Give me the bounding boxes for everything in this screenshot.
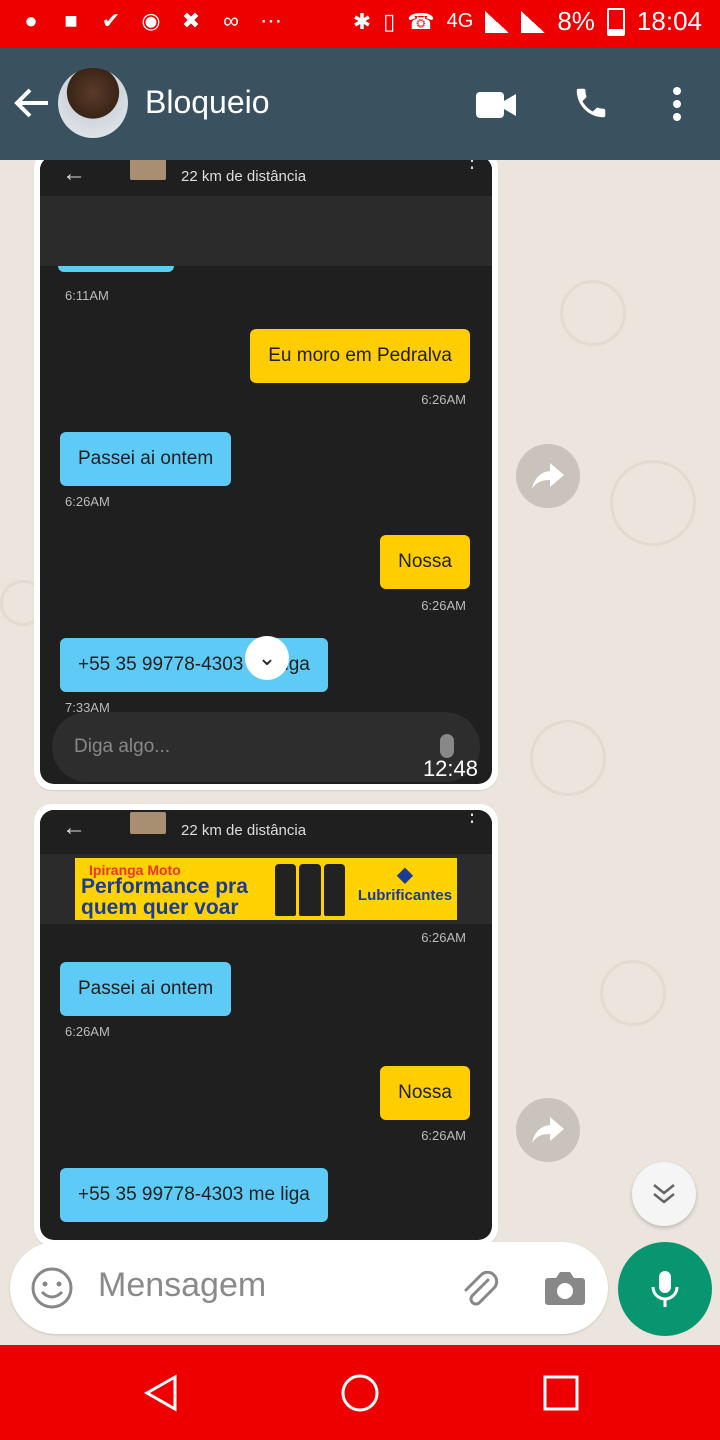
screenshot-divider — [40, 196, 492, 266]
chat-header: Bloqueio — [0, 48, 720, 160]
mic-icon — [440, 734, 454, 758]
forward-button[interactable] — [516, 444, 580, 508]
message-input[interactable]: Mensagem — [98, 1266, 266, 1305]
message-time: 6:26AM — [421, 598, 466, 613]
message-bubble-left: +55 35 99778-4303 me liga — [60, 1168, 328, 1222]
oil-bottles-image — [275, 864, 345, 916]
screenshot-timestamp: 12:48 — [422, 756, 478, 781]
clock: 18:04 — [636, 6, 702, 36]
status-bar: ● ■ ✔ ◉ ✖ ∞ ⋯ ✱ ▯ ☎ 4G 8% 18:04 — [0, 0, 720, 48]
distance-label: 22 km de distância — [181, 168, 307, 185]
ad-headline: Performance pra quem quer voar — [81, 876, 248, 918]
ad-logo-text: Lubrificantes — [357, 887, 453, 904]
wallpaper-doodle — [610, 460, 696, 546]
screenshot-image: ← 22 km de distância ⋮ Ipiranga Moto Per… — [40, 810, 492, 1240]
trash-icon: ■ — [64, 8, 78, 33]
message-time: 6:26AM — [421, 392, 466, 407]
scroll-to-bottom-button[interactable] — [632, 1162, 696, 1226]
more-vert-icon: ⋮ — [462, 810, 482, 826]
message-bubble-left: Passei ai ontem — [60, 432, 232, 486]
emoji-icon[interactable] — [30, 1266, 74, 1310]
message-bubble-left: Passei ai ontem — [60, 962, 232, 1016]
network-type: 4G — [446, 10, 474, 32]
back-arrow-icon: ← — [62, 160, 86, 187]
image-message[interactable]: ← 22 km de distância ⋮ Ipiranga Moto Per… — [34, 804, 498, 1246]
overflow-menu-icon[interactable] — [672, 86, 682, 122]
notification-icons: ● ■ ✔ ◉ ✖ ∞ ⋯ — [18, 8, 284, 34]
message-bubble-right: Nossa — [380, 535, 470, 589]
profile-thumbnail — [130, 160, 166, 180]
battery-percent: 8% — [557, 6, 595, 36]
ad-banner: Ipiranga Moto Performance pra quem quer … — [75, 858, 457, 920]
system-nav-bar — [0, 1345, 720, 1440]
caixa-tem-icon: ◉ — [141, 8, 161, 33]
x-icon: ✖ — [181, 8, 201, 33]
message-time: 6:11AM — [65, 288, 109, 303]
chat-bubble-icon: ● — [24, 8, 38, 33]
voicemail-icon: ∞ — [223, 8, 239, 33]
lubricant-icon: ◆ — [397, 864, 413, 886]
voice-record-button[interactable] — [618, 1242, 712, 1336]
message-composer[interactable]: Mensagem — [10, 1242, 608, 1334]
message-bubble-right: Nossa — [380, 1066, 470, 1120]
nav-recents-icon[interactable] — [543, 1375, 579, 1416]
nav-back-icon[interactable] — [143, 1373, 179, 1418]
double-chevron-down-icon — [653, 1184, 675, 1204]
signal-icon — [485, 10, 510, 33]
signal-icon-2 — [521, 10, 546, 33]
avatar[interactable] — [58, 68, 128, 138]
distance-label: 22 km de distância — [181, 822, 307, 839]
vibrate-icon: ▯ — [383, 8, 396, 34]
screenshot-topbar: ← 22 km de distância ⋮ — [40, 810, 492, 850]
message-time: 6:26AM — [421, 1128, 466, 1143]
message-time: 6:26AM — [421, 930, 466, 945]
video-call-icon[interactable] — [476, 92, 516, 118]
check-circle-icon: ✔ — [101, 8, 121, 33]
bluetooth-icon: ✱ — [352, 8, 372, 34]
back-arrow-icon: ← — [62, 814, 86, 841]
system-indicators: ✱ ▯ ☎ 4G 8% 18:04 — [353, 6, 702, 37]
wallpaper-doodle — [560, 280, 626, 346]
screenshot-topbar: ← 22 km de distância ⋮ — [40, 160, 492, 196]
screenshot-image: ← 22 km de distância ⋮ 6:11AM Eu moro em… — [40, 160, 492, 784]
attach-icon[interactable] — [458, 1268, 500, 1310]
mic-icon — [651, 1271, 679, 1307]
bubble-fragment — [58, 266, 174, 272]
camera-icon[interactable] — [544, 1270, 586, 1306]
wallpaper-doodle — [600, 960, 666, 1026]
profile-thumbnail — [130, 812, 166, 834]
nav-home-icon[interactable] — [340, 1373, 380, 1418]
screenshot-input: Diga algo... — [52, 712, 480, 782]
volte-icon: ☎ — [407, 8, 435, 34]
back-arrow-icon[interactable] — [14, 88, 50, 121]
battery-icon — [606, 7, 625, 36]
ad-line2: quem quer voar — [81, 896, 239, 919]
message-bubble-right: Eu moro em Pedralva — [250, 329, 470, 383]
more-vert-icon: ⋮ — [462, 160, 482, 172]
message-time: 6:26AM — [65, 1024, 110, 1039]
ad-logo: ◆ Lubrificantes — [357, 862, 453, 904]
image-message[interactable]: ← 22 km de distância ⋮ 6:11AM Eu moro em… — [34, 160, 498, 790]
chevron-down-icon: ⌄ — [245, 636, 289, 680]
more-dots-icon: ⋯ — [260, 8, 282, 33]
wallpaper-doodle — [530, 720, 606, 796]
contact-name[interactable]: Bloqueio — [145, 84, 270, 121]
message-time: 6:26AM — [65, 494, 110, 509]
forward-button[interactable] — [516, 1098, 580, 1162]
ad-line1: Performance pra — [81, 875, 248, 898]
voice-call-icon[interactable] — [572, 84, 610, 122]
chat-area[interactable]: ← 22 km de distância ⋮ 6:11AM Eu moro em… — [0, 160, 720, 1345]
